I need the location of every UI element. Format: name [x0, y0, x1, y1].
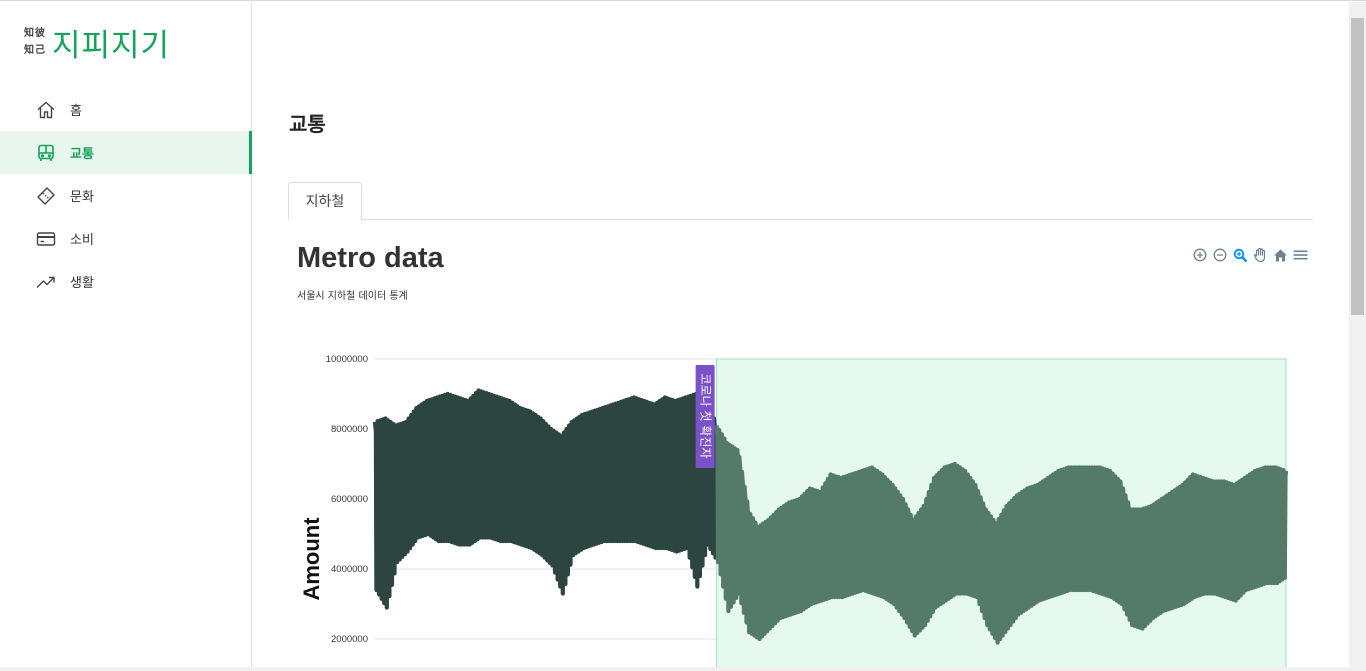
y-tick-label: 8000000 [331, 424, 368, 435]
ticket-icon [36, 186, 56, 206]
y-axis-title: Amount [299, 517, 324, 601]
horizontal-scrollbar[interactable] [0, 667, 1349, 671]
y-tick-label: 4000000 [331, 564, 368, 575]
sidebar: 知彼 知己 지피지기 홈 교통 문화 소비 생활 [0, 2, 252, 671]
logo-mark-line2: 知己 [24, 45, 46, 56]
app-frame: 知彼 知己 지피지기 홈 교통 문화 소비 생활 교통 지하철 Metro da… [0, 0, 1366, 671]
sidebar-nav: 홈 교통 문화 소비 생활 [0, 88, 252, 303]
trending-up-icon [36, 272, 56, 292]
scrollbar-thumb[interactable] [1351, 18, 1364, 315]
chart-canvas: 2000000 4000000 6000000 8000000 10000000 Amo… [299, 354, 1289, 671]
sidebar-item-label: 문화 [70, 190, 94, 205]
annotation-label: 코로나 첫 확진자 [699, 374, 713, 459]
credit-card-icon [36, 229, 56, 249]
y-tick-label: 2000000 [331, 634, 368, 645]
sidebar-item-label: 생활 [70, 276, 94, 291]
sidebar-item-label: 소비 [70, 233, 94, 248]
logo-text: 지피지기 [52, 27, 171, 64]
sidebar-item-life[interactable]: 생활 [0, 260, 252, 303]
logo-mark-line1: 知彼 [24, 28, 46, 39]
home-icon [36, 100, 56, 120]
app-logo[interactable]: 知彼 知己 지피지기 [24, 22, 171, 64]
sidebar-item-culture[interactable]: 문화 [0, 174, 252, 217]
y-tick-label: 6000000 [331, 494, 368, 505]
logo-mark: 知彼 知己 [24, 25, 46, 59]
main-content: 교통 지하철 Metro data 서울시 지하철 데이터 통계 2000000… [253, 2, 1349, 671]
sidebar-item-home[interactable]: 홈 [0, 88, 252, 131]
sidebar-item-spending[interactable]: 소비 [0, 217, 252, 260]
y-tick-label: 10000000 [326, 354, 368, 365]
chart-annotation: 코로나 첫 확진자 [695, 365, 715, 468]
y-axis-ticks: 2000000 4000000 6000000 8000000 10000000 [326, 354, 368, 645]
sidebar-item-label: 교통 [70, 147, 94, 162]
bus-icon [36, 143, 56, 163]
sidebar-item-label: 홈 [70, 104, 82, 119]
sidebar-item-transport[interactable]: 교통 [0, 131, 252, 174]
vertical-scrollbar[interactable] [1349, 2, 1366, 671]
